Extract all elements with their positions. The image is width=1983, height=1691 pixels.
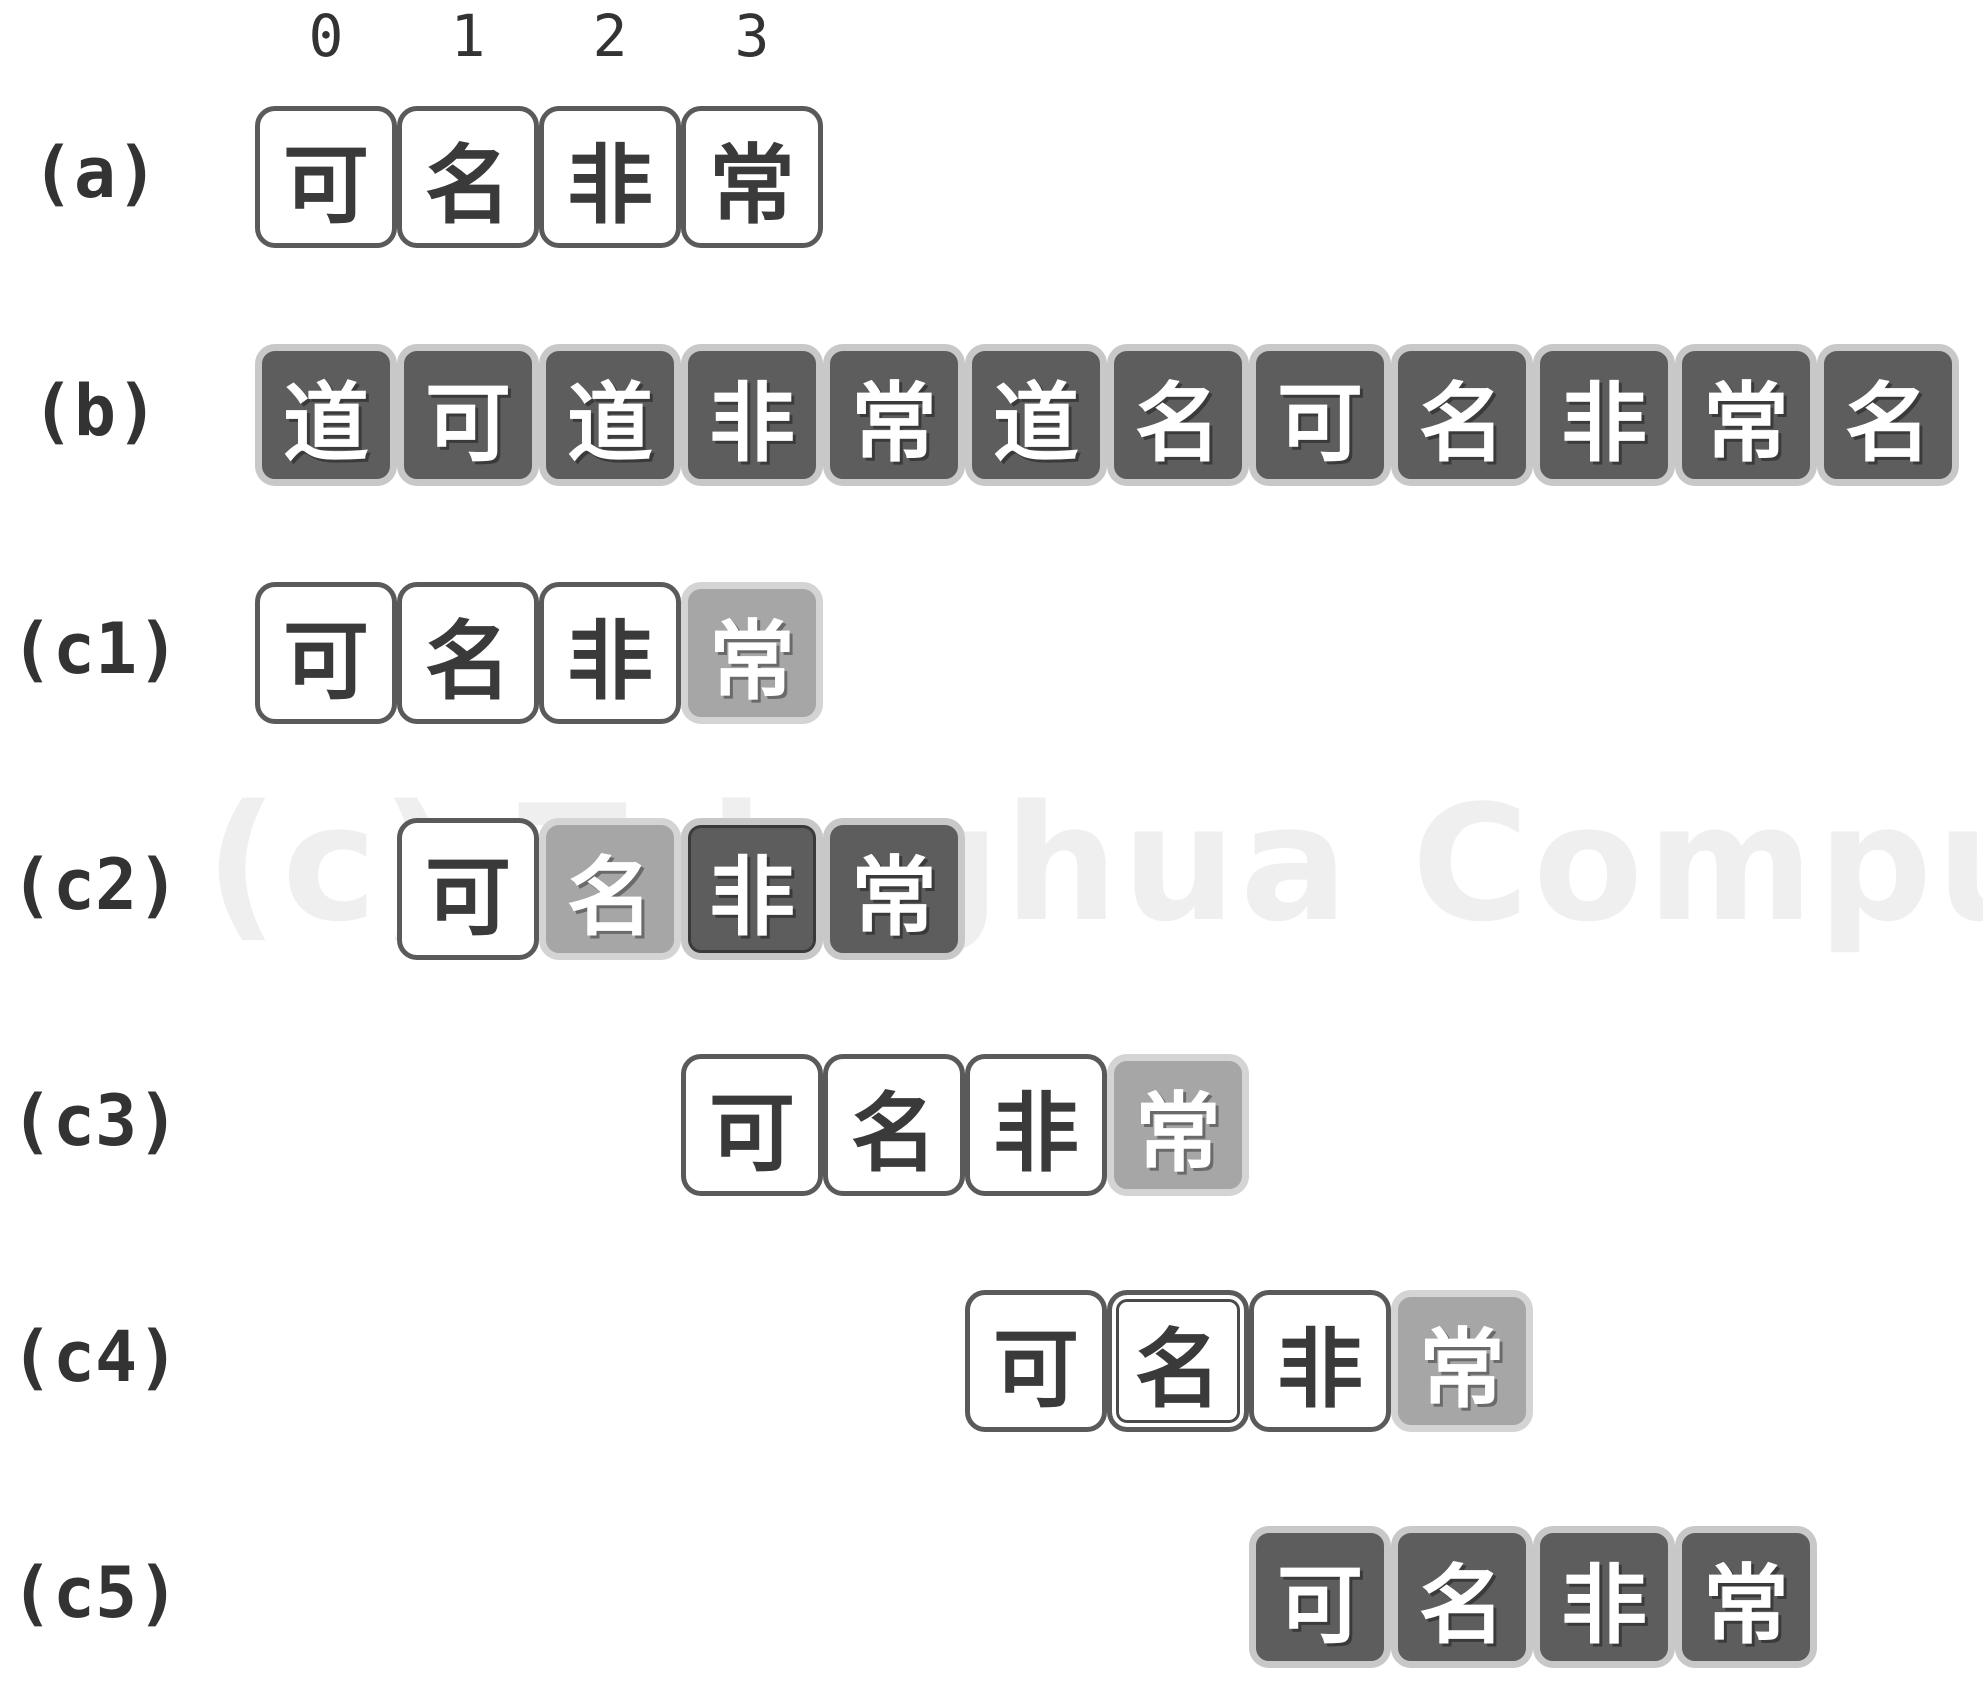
row-label: (c5): [10, 1552, 180, 1634]
row-label: (b): [31, 370, 159, 452]
char-cell: 可: [965, 1290, 1107, 1432]
char-cell: 可: [397, 818, 539, 960]
char-cell: 名: [1107, 1290, 1249, 1432]
char-cell: 常: [1107, 1054, 1249, 1196]
char-cell: 常: [1675, 1526, 1817, 1668]
row-label: (c1): [10, 608, 180, 690]
row-label: (a): [31, 132, 159, 214]
char-cell: 名: [539, 818, 681, 960]
char-cell: 非: [1249, 1290, 1391, 1432]
char-cell: 非: [681, 344, 823, 486]
char-cell: 常: [823, 344, 965, 486]
char-cell: 常: [1675, 344, 1817, 486]
char-cell: 常: [681, 106, 823, 248]
index-label-2: 2: [592, 2, 628, 70]
char-cell: 非: [681, 818, 823, 960]
char-cell: 非: [1533, 344, 1675, 486]
row-label: (c4): [10, 1316, 180, 1398]
char-cell: 名: [823, 1054, 965, 1196]
char-cell: 可: [397, 344, 539, 486]
char-cell: 道: [255, 344, 397, 486]
row-label: (c3): [10, 1080, 180, 1162]
char-cell: 非: [1533, 1526, 1675, 1668]
diagram-canvas: (c) Tsinghua Computer 0123(a)可名非常(b)道可道非…: [0, 0, 1983, 1691]
index-label-3: 3: [734, 2, 770, 70]
char-cell: 名: [1391, 344, 1533, 486]
char-cell: 常: [823, 818, 965, 960]
char-cell: 可: [681, 1054, 823, 1196]
char-cell: 非: [539, 582, 681, 724]
char-cell: 名: [1817, 344, 1959, 486]
char-cell: 常: [681, 582, 823, 724]
char-cell: 名: [397, 106, 539, 248]
index-label-0: 0: [308, 2, 344, 70]
char-cell: 名: [1391, 1526, 1533, 1668]
char-cell: 可: [1249, 1526, 1391, 1668]
char-cell: 常: [1391, 1290, 1533, 1432]
char-cell: 道: [539, 344, 681, 486]
row-label: (c2): [10, 844, 180, 926]
char-cell: 道: [965, 344, 1107, 486]
index-label-1: 1: [450, 2, 486, 70]
char-cell: 名: [1107, 344, 1249, 486]
char-cell: 可: [255, 582, 397, 724]
char-cell: 非: [965, 1054, 1107, 1196]
char-cell: 名: [397, 582, 539, 724]
char-cell: 可: [255, 106, 397, 248]
char-cell: 可: [1249, 344, 1391, 486]
char-cell: 非: [539, 106, 681, 248]
